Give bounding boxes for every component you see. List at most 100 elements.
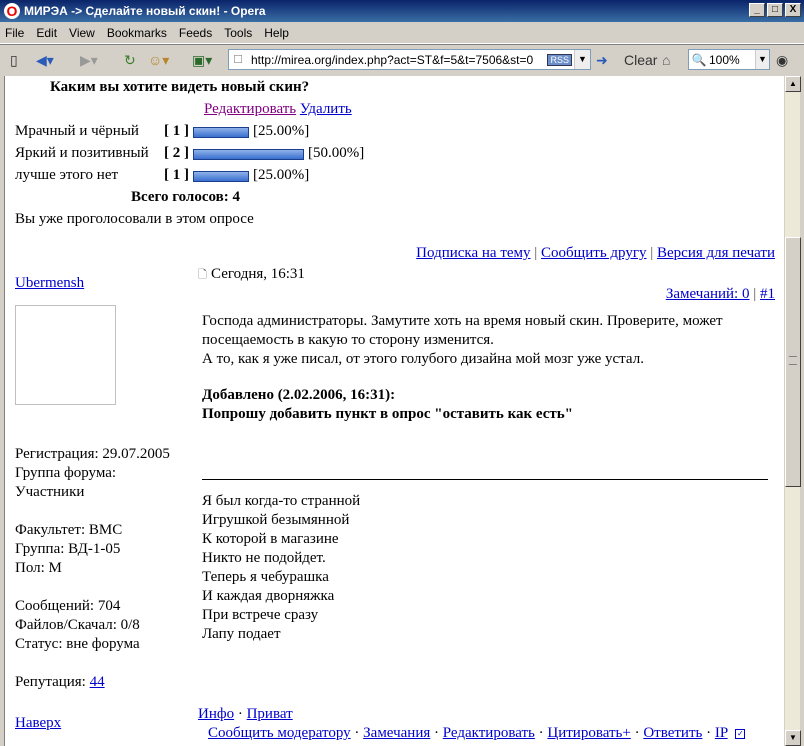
tell-friend-link[interactable]: Сообщить другу <box>541 245 646 261</box>
profile-messages: Сообщений: 704 <box>15 598 121 614</box>
profile-status: Статус: вне форума <box>15 636 140 652</box>
profile-group-label: Группа форума: <box>15 465 117 481</box>
scroll-up-icon[interactable]: ▲ <box>785 76 801 92</box>
rss-button[interactable]: RSS <box>547 53 572 66</box>
post-added-date: Добавлено (2.02.2006, 16:31): <box>202 387 396 403</box>
signature-line: И каждая дворняжка <box>202 588 335 604</box>
edit-post-link[interactable]: Редактировать <box>443 725 535 741</box>
poll-option-label: Мрачный и чёрный <box>15 123 139 139</box>
poll-edit-link[interactable]: Редактировать <box>204 101 296 117</box>
remarks-link[interactable]: Замечания <box>363 725 430 741</box>
poll-option-label: Яркий и позитивный <box>15 145 149 161</box>
signature-line: Я был когда-то странной <box>202 493 361 509</box>
poll-bar <box>193 127 249 138</box>
signature-line: К которой в магазине <box>202 531 339 547</box>
poll-option-count: [ 1 ] <box>164 167 189 183</box>
user-actions: Инфо · Приват <box>198 706 293 723</box>
profile-faculty: Факультет: ВМС <box>15 522 123 538</box>
back-icon[interactable]: ◀▾ <box>36 49 54 71</box>
poll-option-count: [ 2 ] <box>164 145 189 161</box>
separator: | <box>753 286 757 302</box>
menu-tools[interactable]: Tools <box>219 26 257 40</box>
forward-icon[interactable]: ▶▾ <box>80 49 98 71</box>
navigation-toolbar: ▯ ◀▾ ▶▾ ↻ ☺▾ ▣▾ ☐ http://mirea.org/index… <box>0 44 804 74</box>
reputation-link[interactable]: 44 <box>90 674 105 690</box>
zoom-field[interactable]: 🔍 100% ▼ <box>688 49 770 70</box>
signature: Я был когда-то странной Игрушкой безымян… <box>202 492 360 644</box>
separator: · <box>634 725 640 741</box>
separator: · <box>538 725 544 741</box>
separator: · <box>354 725 360 741</box>
address-dropdown-icon[interactable]: ▼ <box>574 50 590 69</box>
poll-option-percent: [50.00%] <box>308 145 365 161</box>
signature-line: Игрушкой безымянной <box>202 512 350 528</box>
subscribe-link[interactable]: Подписка на тему <box>416 245 530 261</box>
back-to-top-link[interactable]: Наверх <box>15 715 61 732</box>
new-page-icon[interactable]: ▯ <box>10 49 18 71</box>
zoom-dropdown-icon[interactable]: ▼ <box>755 50 769 69</box>
reload-icon[interactable]: ↻ <box>124 49 136 71</box>
scroll-thumb[interactable] <box>785 237 801 487</box>
minimize-button[interactable]: _ <box>749 3 765 17</box>
poll-delete-link[interactable]: Удалить <box>300 101 352 117</box>
menu-file[interactable]: File <box>0 26 29 40</box>
poll-option-label: лучше этого нет <box>15 167 119 183</box>
signature-line: Лапу подает <box>202 626 281 642</box>
post-body: Господа администраторы. Замутите хоть на… <box>202 312 723 369</box>
panel-icon[interactable]: ▣▾ <box>192 49 212 71</box>
post-icon: 🗋 <box>198 269 207 281</box>
menu-help[interactable]: Help <box>259 26 294 40</box>
zoom-value: 100% <box>709 52 740 67</box>
wand-icon[interactable]: ☺▾ <box>148 49 169 71</box>
info-link[interactable]: Инфо <box>198 706 234 722</box>
menu-bookmarks[interactable]: Bookmarks <box>102 26 172 40</box>
profile-info: Регистрация: 29.07.2005 Группа форума: У… <box>15 445 170 692</box>
vertical-scrollbar[interactable]: ▲ ▼ <box>784 76 801 746</box>
post-text-line: Господа администраторы. Замутите хоть на… <box>202 313 723 329</box>
menu-edit[interactable]: Edit <box>31 26 62 40</box>
select-checkbox[interactable]: ✓ <box>735 728 746 739</box>
page-viewport: Каким вы хотите видеть новый скин? Редак… <box>4 76 784 746</box>
post-date: Сегодня, 16:31 <box>211 266 305 282</box>
menu-view[interactable]: View <box>64 26 100 40</box>
close-button[interactable]: X <box>785 3 801 17</box>
url-field[interactable]: http://mirea.org/index.php?act=ST&f=5&t=… <box>247 53 547 67</box>
private-message-link[interactable]: Приват <box>247 706 293 722</box>
profile-study-group: Группа: ВД-1-05 <box>15 541 121 557</box>
address-bar[interactable]: ☐ http://mirea.org/index.php?act=ST&f=5&… <box>228 49 591 70</box>
profile-gender: Пол: М <box>15 560 62 576</box>
menu-feeds[interactable]: Feeds <box>174 26 217 40</box>
poll-bar <box>193 149 304 160</box>
poll-total: Всего голосов: 4 <box>131 189 240 205</box>
menu-bar: File Edit View Bookmarks Feeds Tools Hel… <box>0 22 804 44</box>
ip-link[interactable]: IP <box>715 725 728 741</box>
profile-group: Участники <box>15 484 85 500</box>
reputation-label: Репутация: <box>15 674 86 690</box>
eye-icon[interactable]: ◉ <box>776 49 788 71</box>
separator: | <box>534 245 538 261</box>
window-title: МИРЭА -> Сделайте новый скин! - Opera <box>24 4 266 18</box>
go-icon[interactable]: ➜ <box>596 49 608 71</box>
quote-link[interactable]: Цитировать+ <box>547 725 630 741</box>
topic-links: Подписка на тему | Сообщить другу | Верс… <box>416 245 775 262</box>
poll-bar <box>193 171 249 182</box>
poll-option-count: [ 1 ] <box>164 123 189 139</box>
signature-line: Никто не подойдет. <box>202 550 326 566</box>
post-number-link[interactable]: #1 <box>760 286 775 302</box>
zoom-icon: 🔍 <box>691 52 707 67</box>
opera-logo-icon: O <box>4 3 20 19</box>
poll-actions: Редактировать Удалить <box>204 101 352 118</box>
maximize-button[interactable]: □ <box>767 3 783 17</box>
report-moderator-link[interactable]: Сообщить модератору <box>208 725 351 741</box>
clear-button[interactable]: Clear <box>624 49 657 71</box>
remarks-count-link[interactable]: Замечаний: 0 <box>666 286 750 302</box>
post-text-line: посещаемость в какую то сторону изменитс… <box>202 332 494 348</box>
poll-option-percent: [25.00%] <box>253 123 310 139</box>
avatar <box>15 305 116 405</box>
scroll-down-icon[interactable]: ▼ <box>785 730 801 746</box>
home-icon[interactable]: ⌂ <box>662 49 670 71</box>
reply-link[interactable]: Ответить <box>643 725 702 741</box>
print-version-link[interactable]: Версия для печати <box>657 245 775 261</box>
post-author-link[interactable]: Ubermensh <box>15 275 84 292</box>
separator: | <box>650 245 654 261</box>
